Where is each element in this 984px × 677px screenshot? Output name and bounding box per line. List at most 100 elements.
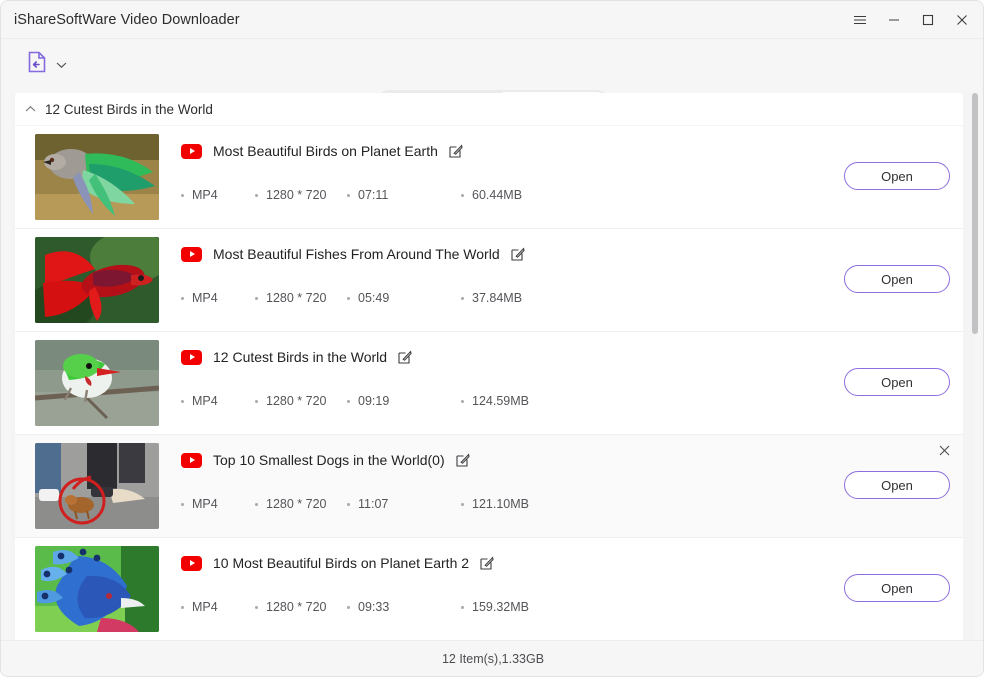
meta-resolution: 1280 * 720 [266, 188, 327, 202]
table-row[interactable]: 12 Cutest Birds in the World MP4 1280 * … [15, 332, 963, 435]
group-title: 12 Cutest Birds in the World [45, 101, 213, 117]
bullet-icon [181, 193, 184, 197]
bullet-icon [347, 296, 350, 300]
bullet-icon [181, 605, 184, 609]
bullet-icon [181, 399, 184, 403]
table-row[interactable]: 10 Most Beautiful Birds on Planet Earth … [15, 538, 963, 641]
download-list-panel: 12 Cutest Birds in the World Most Beauti… [11, 93, 975, 641]
row-title-line: Most Beautiful Fishes From Around The Wo… [181, 244, 525, 264]
maximize-icon[interactable] [911, 5, 945, 35]
bullet-icon [255, 605, 258, 609]
video-meta: MP4 1280 * 720 05:49 37.84MB [181, 291, 522, 305]
bullet-icon [347, 605, 350, 609]
meta-resolution: 1280 * 720 [266, 600, 327, 614]
meta-format: MP4 [192, 600, 218, 614]
app-title: iShareSoftWare Video Downloader [14, 12, 240, 28]
open-button[interactable]: Open [844, 368, 950, 396]
bullet-icon [255, 296, 258, 300]
video-meta: MP4 1280 * 720 09:33 159.32MB [181, 600, 529, 614]
video-thumbnail[interactable] [35, 340, 159, 426]
youtube-icon [181, 349, 202, 365]
bullet-icon [255, 193, 258, 197]
video-title: Most Beautiful Fishes From Around The Wo… [213, 246, 500, 262]
group-header[interactable]: 12 Cutest Birds in the World [15, 93, 963, 125]
meta-format: MP4 [192, 497, 218, 511]
meta-format: MP4 [192, 394, 218, 408]
youtube-icon [181, 555, 202, 571]
meta-size: 124.59MB [472, 394, 529, 408]
table-row[interactable]: Top 10 Smallest Dogs in the World(0) MP4… [15, 435, 963, 538]
meta-resolution: 1280 * 720 [266, 497, 327, 511]
bullet-icon [347, 193, 350, 197]
edit-icon[interactable] [449, 144, 463, 158]
video-thumbnail[interactable] [35, 237, 159, 323]
edit-icon[interactable] [398, 350, 412, 364]
bullet-icon [461, 399, 464, 403]
open-button[interactable]: Open [844, 471, 950, 499]
meta-duration: 07:11 [358, 188, 389, 202]
document-download-icon [27, 51, 47, 78]
edit-icon[interactable] [511, 247, 525, 261]
video-thumbnail[interactable] [35, 546, 159, 632]
open-button[interactable]: Open [844, 162, 950, 190]
video-title: Top 10 Smallest Dogs in the World(0) [213, 452, 445, 468]
toolbar: Downloading Finished [1, 39, 983, 119]
bullet-icon [461, 193, 464, 197]
download-list: 12 Cutest Birds in the World Most Beauti… [15, 93, 963, 641]
meta-duration: 09:33 [358, 600, 390, 614]
bullet-icon [181, 296, 184, 300]
bullet-icon [461, 605, 464, 609]
meta-format: MP4 [192, 188, 218, 202]
video-thumbnail[interactable] [35, 134, 159, 220]
video-title: Most Beautiful Birds on Planet Earth [213, 143, 438, 159]
video-meta: MP4 1280 * 720 11:07 121.10MB [181, 497, 529, 511]
open-button[interactable]: Open [844, 574, 950, 602]
bullet-icon [347, 399, 350, 403]
meta-duration: 11:07 [358, 497, 389, 511]
bullet-icon [461, 296, 464, 300]
youtube-icon [181, 143, 202, 159]
status-bar: 12 Item(s),1.33GB [1, 640, 983, 676]
video-thumbnail[interactable] [35, 443, 159, 529]
table-row[interactable]: Most Beautiful Fishes From Around The Wo… [15, 229, 963, 332]
bullet-icon [255, 399, 258, 403]
chevron-down-icon[interactable] [56, 56, 67, 74]
hamburger-icon[interactable] [843, 5, 877, 35]
video-meta: MP4 1280 * 720 07:11 60.44MB [181, 188, 522, 202]
youtube-icon [181, 246, 202, 262]
meta-size: 60.44MB [472, 188, 523, 202]
remove-item-icon[interactable] [935, 441, 953, 459]
meta-duration: 09:19 [358, 394, 390, 408]
row-title-line: 10 Most Beautiful Birds on Planet Earth … [181, 553, 494, 573]
row-title-line: 12 Cutest Birds in the World [181, 347, 412, 367]
row-title-line: Top 10 Smallest Dogs in the World(0) [181, 450, 470, 470]
meta-resolution: 1280 * 720 [266, 394, 327, 408]
minimize-icon[interactable] [877, 5, 911, 35]
open-button[interactable]: Open [844, 265, 950, 293]
table-row[interactable]: Most Beautiful Birds on Planet Earth MP4… [15, 126, 963, 229]
video-meta: MP4 1280 * 720 09:19 124.59MB [181, 394, 529, 408]
scrollbar[interactable] [971, 93, 979, 641]
edit-icon[interactable] [456, 453, 470, 467]
meta-size: 37.84MB [472, 291, 523, 305]
meta-format: MP4 [192, 291, 218, 305]
edit-icon[interactable] [480, 556, 494, 570]
youtube-icon [181, 452, 202, 468]
scrollbar-thumb[interactable] [972, 93, 978, 334]
bullet-icon [347, 502, 350, 506]
row-title-line: Most Beautiful Birds on Planet Earth [181, 141, 463, 161]
items-summary: 12 Item(s),1.33GB [441, 651, 545, 666]
meta-size: 121.10MB [472, 497, 529, 511]
video-title: 10 Most Beautiful Birds on Planet Earth … [213, 555, 470, 571]
meta-resolution: 1280 * 720 [266, 291, 327, 305]
source-selector[interactable] [27, 51, 67, 78]
bullet-icon [461, 502, 464, 506]
window-controls [843, 1, 979, 39]
application-window: iShareSoftWare Video Downloader Search 1… [0, 0, 984, 677]
chevron-up-icon[interactable] [15, 105, 45, 113]
title-bar: iShareSoftWare Video Downloader [1, 1, 983, 39]
meta-duration: 05:49 [358, 291, 390, 305]
video-title: 12 Cutest Birds in the World [213, 349, 388, 365]
bullet-icon [255, 502, 258, 506]
close-icon[interactable] [945, 5, 979, 35]
